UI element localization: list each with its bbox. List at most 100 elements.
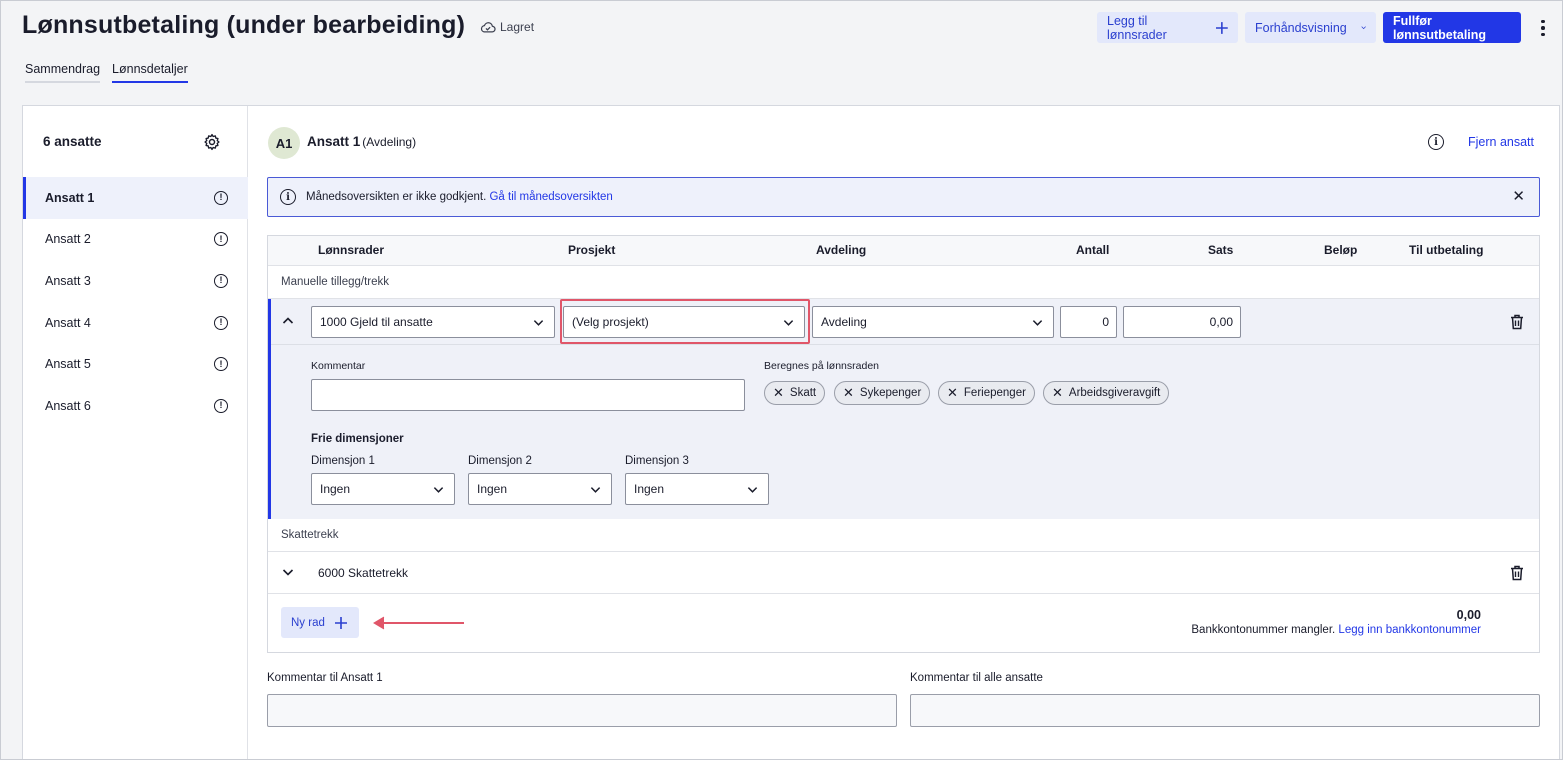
trash-icon[interactable] [1510,314,1524,330]
avatar: A1 [268,127,300,159]
plus-icon [1216,21,1228,34]
close-icon[interactable]: ✕ [1512,189,1525,204]
sidebar-item-employee-4[interactable]: Ansatt 4! [23,302,248,344]
add-pay-rows-button[interactable]: Legg til lønnsrader [1097,12,1238,43]
column-header-project: Prosjekt [568,243,616,257]
tab-pay-details[interactable]: Lønnsdetaljer [112,62,188,83]
chevron-down-icon [433,487,444,493]
employee-sidebar: 6 ansatte Ansatt 1! Ansatt 2! Ansatt 3! … [23,106,248,759]
department-value: Avdeling [821,315,867,329]
expanded-pay-row: 1000 Gjeld til ansatte (Velg prosjekt) A… [268,299,1539,519]
chevron-down-icon [590,487,601,493]
sidebar-item-label: Ansatt 2 [45,232,91,247]
employee-name: Ansatt 1 (Avdeling) [307,134,416,149]
dimension-3-value: Ingen [634,482,665,496]
more-options-icon[interactable] [1536,17,1550,39]
info-icon: i [280,189,296,205]
calc-basis-label: Beregnes på lønnsraden [764,360,879,372]
chip-label: Arbeidsgiveravgift [1068,387,1161,399]
tax-pay-row[interactable]: 6000 Skattetrekk [268,552,1539,594]
chip-employer-tax[interactable]: ✕ Arbeidsgiveravgift [1043,381,1170,405]
preview-label: Forhåndsvisning [1255,20,1347,35]
dimension-1-select[interactable]: Ingen [311,473,455,505]
chip-label: Feriepenger [963,387,1026,399]
chevron-down-icon [1361,26,1366,30]
dimension-2-value: Ingen [477,482,508,496]
preview-button[interactable]: Forhåndsvisning [1245,12,1376,43]
sidebar-item-label: Ansatt 3 [45,273,91,288]
page-title: Lønnsutbetaling (under bearbeiding) [22,11,466,39]
sidebar-item-employee-6[interactable]: Ansatt 6! [23,385,248,427]
dimension-1-label: Dimensjon 1 [311,455,375,467]
table-header: Lønnsrader Prosjekt Avdeling Antall Sats… [268,236,1539,266]
warning-icon: ! [214,273,228,288]
chevron-down-icon [747,487,758,493]
column-header-payout: Til utbetaling [1409,243,1484,257]
free-dimensions-heading: Frie dimensjoner [311,433,404,445]
warning-icon: ! [214,357,228,372]
chevron-up-icon[interactable] [282,315,294,327]
dimension-1-value: Ingen [320,482,351,496]
all-employees-comment-label: Kommentar til alle ansatte [910,672,1043,684]
column-header-amount: Beløp [1324,243,1358,257]
employee-count: 6 ansatte [43,134,102,149]
gear-icon[interactable] [203,133,221,151]
total-amount: 0,00 [1456,608,1481,622]
comment-label: Kommentar [311,360,366,372]
new-row-button[interactable]: Ny rad [281,607,359,638]
alert-banner: i Månedsoversikten er ikke godkjent. Gå … [267,177,1540,217]
alert-text: Månedsoversikten er ikke godkjent. [306,191,487,203]
close-icon[interactable]: ✕ [947,386,958,399]
chevron-down-icon [533,320,544,326]
employee-list: Ansatt 1! Ansatt 2! Ansatt 3! Ansatt 4! … [23,177,248,427]
bank-account-notice: Bankkontonummer mangler. Legg inn bankko… [1191,624,1481,636]
sidebar-item-employee-5[interactable]: Ansatt 5! [23,343,248,385]
warning-icon: ! [214,398,228,413]
highlight-box [560,299,810,344]
pay-rows-table: Lønnsrader Prosjekt Avdeling Antall Sats… [267,235,1540,653]
comment-input[interactable] [311,379,745,411]
employee-comment-label: Kommentar til Ansatt 1 [267,672,383,684]
close-icon[interactable]: ✕ [773,386,784,399]
dimension-2-select[interactable]: Ingen [468,473,612,505]
pay-item-select[interactable]: 1000 Gjeld til ansatte [311,306,555,338]
saved-label: Lagret [500,20,535,34]
remove-employee-link[interactable]: Fjern ansatt [1468,135,1534,149]
add-bank-account-link[interactable]: Legg inn bankkontonummer [1338,624,1481,636]
quantity-input[interactable]: 0 [1060,306,1117,338]
dimension-2-label: Dimensjon 2 [468,455,532,467]
close-icon[interactable]: ✕ [843,386,854,399]
rate-input[interactable]: 0,00 [1123,306,1241,338]
column-header-department: Avdeling [816,243,867,257]
sidebar-item-label: Ansatt 4 [45,315,91,330]
department-select[interactable]: Avdeling [812,306,1054,338]
column-header-quantity: Antall [1076,243,1110,257]
sidebar-item-label: Ansatt 1 [45,190,95,205]
trash-icon[interactable] [1510,565,1524,581]
chip-tax[interactable]: ✕ Skatt [764,381,826,405]
sidebar-item-employee-3[interactable]: Ansatt 3! [23,260,248,302]
finish-payroll-button[interactable]: Fullfør lønnsutbetaling [1383,12,1521,43]
chip-holiday-pay[interactable]: ✕ Feriepenger [938,381,1035,405]
plus-icon [334,616,347,629]
chevron-down-icon[interactable] [282,566,294,578]
sidebar-item-label: Ansatt 5 [45,357,91,372]
chevron-down-icon [1032,320,1043,326]
column-header-pay-rows: Lønnsrader [318,243,385,257]
cloud-check-icon [480,22,496,33]
tab-summary[interactable]: Sammendrag [25,62,101,83]
all-employees-comment-input[interactable] [910,694,1540,727]
alert-link[interactable]: Gå til månedsoversikten [489,191,612,203]
sidebar-item-employee-1[interactable]: Ansatt 1! [23,177,248,219]
close-icon[interactable]: ✕ [1052,386,1063,399]
info-icon[interactable]: i [1428,134,1444,150]
chip-sick-pay[interactable]: ✕ Sykepenger [834,381,931,405]
sidebar-item-label: Ansatt 6 [45,398,91,413]
finish-payroll-label: Fullfør lønnsutbetaling [1393,13,1487,42]
employee-comment-input[interactable] [267,694,897,727]
employee-department: (Avdeling) [362,135,417,149]
warning-icon: ! [214,232,228,247]
employee-name-label: Ansatt 1 [307,134,361,149]
dimension-3-select[interactable]: Ingen [625,473,769,505]
sidebar-item-employee-2[interactable]: Ansatt 2! [23,219,248,261]
